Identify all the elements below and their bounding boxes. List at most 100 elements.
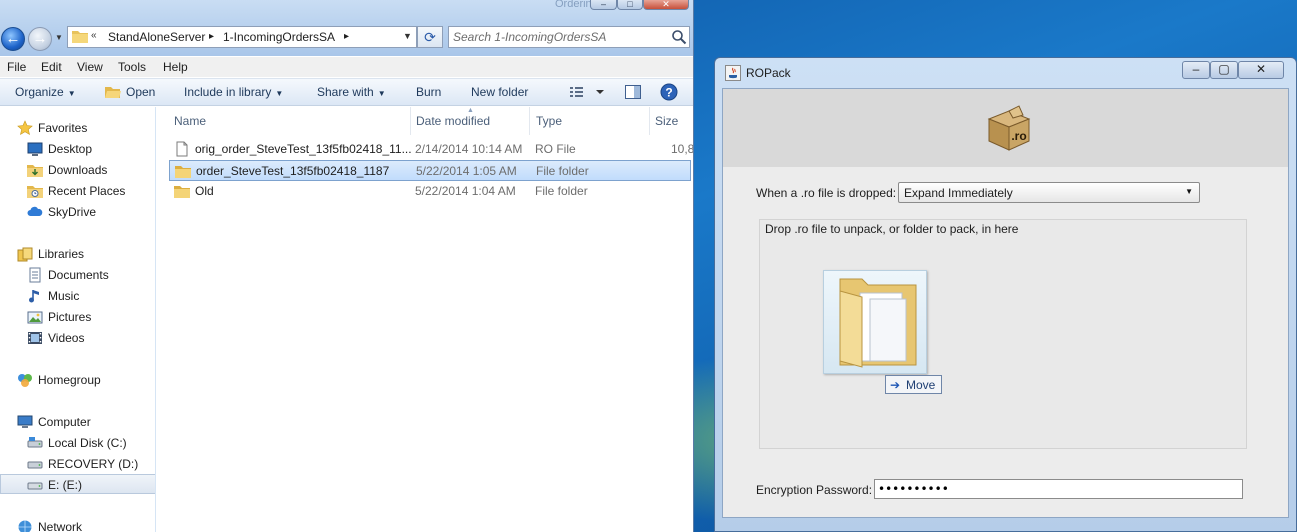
file-date: 5/22/2014 1:05 AM xyxy=(416,164,517,178)
view-list-icon xyxy=(570,87,604,97)
file-type: RO File xyxy=(535,142,576,156)
preview-pane-icon xyxy=(625,85,641,99)
menu-tools[interactable]: Tools xyxy=(118,60,146,74)
logo-text: .ro xyxy=(1011,129,1026,143)
recent-pages-dropdown-icon[interactable]: ▼ xyxy=(55,33,63,42)
file-name: order_SteveTest_13f5fb02418_1187 xyxy=(196,164,390,178)
menu-edit[interactable]: Edit xyxy=(41,60,62,74)
file-name: Old xyxy=(195,184,214,198)
nav-desktop[interactable]: Desktop xyxy=(0,139,155,159)
table-row[interactable]: order_SteveTest_13f5fb02418_1187 5/22/20… xyxy=(169,160,691,181)
minimize-button[interactable]: – xyxy=(590,0,617,10)
nav-downloads[interactable]: Downloads xyxy=(0,160,155,180)
menu-help[interactable]: Help xyxy=(163,60,188,74)
drag-move-tooltip: ➔ Move xyxy=(885,375,942,394)
nav-recovery-d[interactable]: RECOVERY (D:) xyxy=(0,454,155,474)
file-date: 5/22/2014 1:04 AM xyxy=(415,184,516,198)
column-header-type[interactable]: Type xyxy=(536,114,562,128)
share-with-button[interactable]: Share with ▼ xyxy=(317,85,386,99)
hard-drive-icon xyxy=(27,461,43,469)
search-icon[interactable] xyxy=(671,29,687,45)
skydrive-cloud-icon xyxy=(27,206,43,216)
column-divider[interactable] xyxy=(410,107,411,135)
file-type: File folder xyxy=(536,164,589,178)
dragged-folder-thumbnail xyxy=(823,270,927,374)
network-icon xyxy=(18,520,32,532)
nav-local-disk-c[interactable]: Local Disk (C:) xyxy=(0,433,155,453)
breadcrumb-standaloneserver[interactable]: StandAloneServer xyxy=(108,30,205,44)
help-button[interactable]: ? xyxy=(660,83,678,104)
minimize-button[interactable]: – xyxy=(1182,61,1210,79)
drop-zone[interactable]: Drop .ro file to unpack, or folder to pa… xyxy=(759,219,1247,449)
view-options-button[interactable] xyxy=(570,86,604,101)
drop-action-label: When a .ro file is dropped: xyxy=(756,186,897,200)
refresh-icon: ⟳ xyxy=(424,29,436,45)
close-button[interactable]: ✕ xyxy=(643,0,689,10)
menu-file[interactable]: File xyxy=(7,60,26,74)
maximize-button[interactable]: □ xyxy=(617,0,643,10)
maximize-button[interactable]: ▢ xyxy=(1210,61,1238,79)
libraries-icon xyxy=(17,247,33,262)
move-label: Move xyxy=(906,378,936,392)
svg-text:?: ? xyxy=(665,86,672,100)
address-bar[interactable]: « StandAloneServer ▸ 1-IncomingOrdersSA … xyxy=(67,26,417,48)
java-app-icon xyxy=(725,65,741,81)
new-folder-button[interactable]: New folder xyxy=(471,85,528,99)
nav-network[interactable]: Network xyxy=(0,517,155,532)
nav-libraries[interactable]: Libraries xyxy=(0,244,155,264)
nav-favorites[interactable]: Favorites xyxy=(0,118,155,138)
ropack-content: .ro When a .ro file is dropped: Expand I… xyxy=(722,88,1289,518)
refresh-button[interactable]: ⟳ xyxy=(417,26,443,48)
table-row[interactable]: Old 5/22/2014 1:04 AM File folder xyxy=(169,181,691,202)
dropdown-arrow-icon: ▼ xyxy=(377,89,386,98)
column-divider[interactable] xyxy=(649,107,650,135)
address-root-chevron[interactable]: « xyxy=(91,30,97,41)
column-divider[interactable] xyxy=(529,107,530,135)
nav-homegroup[interactable]: Homegroup xyxy=(0,370,155,390)
back-arrow-icon: ← xyxy=(5,30,21,47)
nav-documents[interactable]: Documents xyxy=(0,265,155,285)
homegroup-icon xyxy=(18,374,32,387)
move-arrow-icon: ➔ xyxy=(890,378,901,392)
file-size: 10,8 xyxy=(671,142,694,156)
breadcrumb-separator[interactable]: ▸ xyxy=(344,31,349,42)
open-button[interactable]: Open xyxy=(105,85,155,99)
ro-package-box-icon: .ro xyxy=(987,105,1031,151)
ropack-window: ROPack – ▢ ✕ .ro When a .ro file is drop… xyxy=(714,57,1297,532)
nav-music[interactable]: Music xyxy=(0,286,155,306)
nav-computer[interactable]: Computer xyxy=(0,412,155,432)
nav-e-drive[interactable]: E: (E:) xyxy=(0,474,155,494)
explorer-titlebar: Ordering Tool – □ ✕ ← → ▼ « StandAloneSe… xyxy=(0,0,693,56)
back-button[interactable]: ← xyxy=(1,27,25,51)
file-icon xyxy=(176,141,188,157)
preview-pane-button[interactable] xyxy=(625,84,641,103)
column-header-size[interactable]: Size xyxy=(655,114,678,128)
banner: .ro xyxy=(723,89,1288,167)
search-box xyxy=(448,26,690,48)
navigation-pane: Favorites Desktop Downloads Recent Place… xyxy=(0,107,156,532)
search-input[interactable] xyxy=(453,29,658,45)
nav-skydrive[interactable]: SkyDrive xyxy=(0,202,155,222)
documents-icon xyxy=(29,267,41,283)
table-row[interactable]: orig_order_SteveTest_13f5fb02418_11... 2… xyxy=(169,139,694,160)
menu-view[interactable]: View xyxy=(77,60,103,74)
include-in-library-button[interactable]: Include in library ▼ xyxy=(184,85,283,99)
column-header-name[interactable]: Name xyxy=(174,114,206,128)
help-icon: ? xyxy=(660,83,678,101)
nav-recent-places[interactable]: Recent Places xyxy=(0,181,155,201)
organize-button[interactable]: Organize ▼ xyxy=(15,85,76,99)
drop-action-select[interactable]: Expand Immediately ▼ xyxy=(898,182,1200,203)
forward-button[interactable]: → xyxy=(28,27,52,51)
file-list: Name Date modified Type Size ▲ orig_orde… xyxy=(157,107,694,532)
removable-drive-icon xyxy=(27,482,43,490)
encryption-password-field[interactable] xyxy=(874,479,1243,499)
breadcrumb-separator[interactable]: ▸ xyxy=(209,31,214,42)
column-header-date[interactable]: Date modified xyxy=(416,114,490,128)
close-button[interactable]: ✕ xyxy=(1238,61,1284,79)
nav-pictures[interactable]: Pictures xyxy=(0,307,155,327)
burn-button[interactable]: Burn xyxy=(416,85,441,99)
pictures-icon xyxy=(27,311,43,324)
address-dropdown-icon[interactable]: ▼ xyxy=(403,31,412,41)
nav-videos[interactable]: Videos xyxy=(0,328,155,348)
breadcrumb-incomingorders[interactable]: 1-IncomingOrdersSA xyxy=(223,30,335,44)
